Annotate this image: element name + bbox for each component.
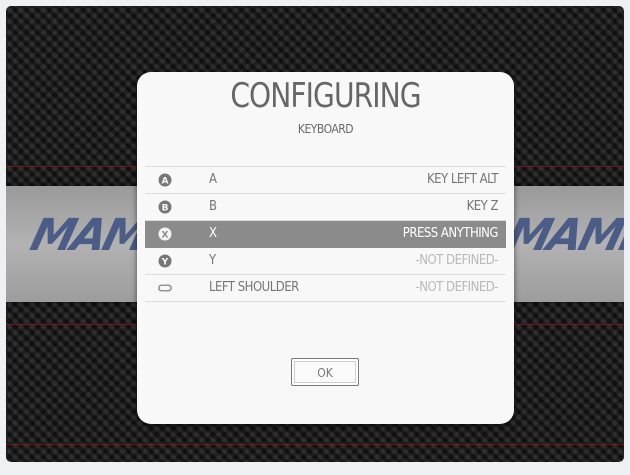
- mapping-row-b[interactable]: B B KEY Z: [145, 194, 506, 221]
- svg-text:B: B: [162, 203, 169, 213]
- input-value: PRESS ANYTHING: [402, 226, 499, 241]
- input-value: KEY LEFT ALT: [426, 172, 499, 187]
- svg-text:Y: Y: [161, 257, 169, 267]
- configuring-dialog: CONFIGURING KEYBOARD A A KEY LEFT ALT B …: [137, 72, 514, 424]
- input-name: X: [209, 226, 217, 241]
- input-name: A: [209, 172, 217, 187]
- input-name: LEFT SHOULDER: [209, 280, 299, 295]
- button-a-icon: A: [158, 173, 172, 187]
- dialog-title: CONFIGURING: [230, 76, 421, 116]
- input-value: -NOT DEFINED-: [415, 280, 499, 295]
- svg-text:X: X: [162, 230, 169, 240]
- mapping-row-a[interactable]: A A KEY LEFT ALT: [145, 166, 506, 194]
- button-x-icon: X: [158, 227, 172, 241]
- svg-text:A: A: [162, 176, 169, 186]
- button-y-icon: Y: [158, 254, 172, 268]
- mame-logo: MAME: [501, 210, 624, 261]
- game-screen: MAME MAME CONFIGURING KEYBOARD A A KEY L…: [6, 6, 624, 462]
- ok-button[interactable]: OK: [291, 358, 359, 386]
- mapping-row-left-shoulder[interactable]: LEFT SHOULDER -NOT DEFINED-: [145, 275, 506, 302]
- left-shoulder-icon: [158, 284, 172, 292]
- mapping-row-y[interactable]: Y Y -NOT DEFINED-: [145, 248, 506, 275]
- mapping-list: A A KEY LEFT ALT B B KEY Z X X PRESS ANY…: [145, 166, 506, 302]
- input-value: KEY Z: [466, 199, 499, 214]
- input-name: B: [209, 199, 217, 214]
- device-name: KEYBOARD: [297, 122, 354, 136]
- input-name: Y: [209, 253, 216, 268]
- accent-line: [6, 444, 624, 445]
- input-value: -NOT DEFINED-: [415, 253, 499, 268]
- button-b-icon: B: [158, 200, 172, 214]
- mapping-row-x[interactable]: X X PRESS ANYTHING: [145, 221, 506, 248]
